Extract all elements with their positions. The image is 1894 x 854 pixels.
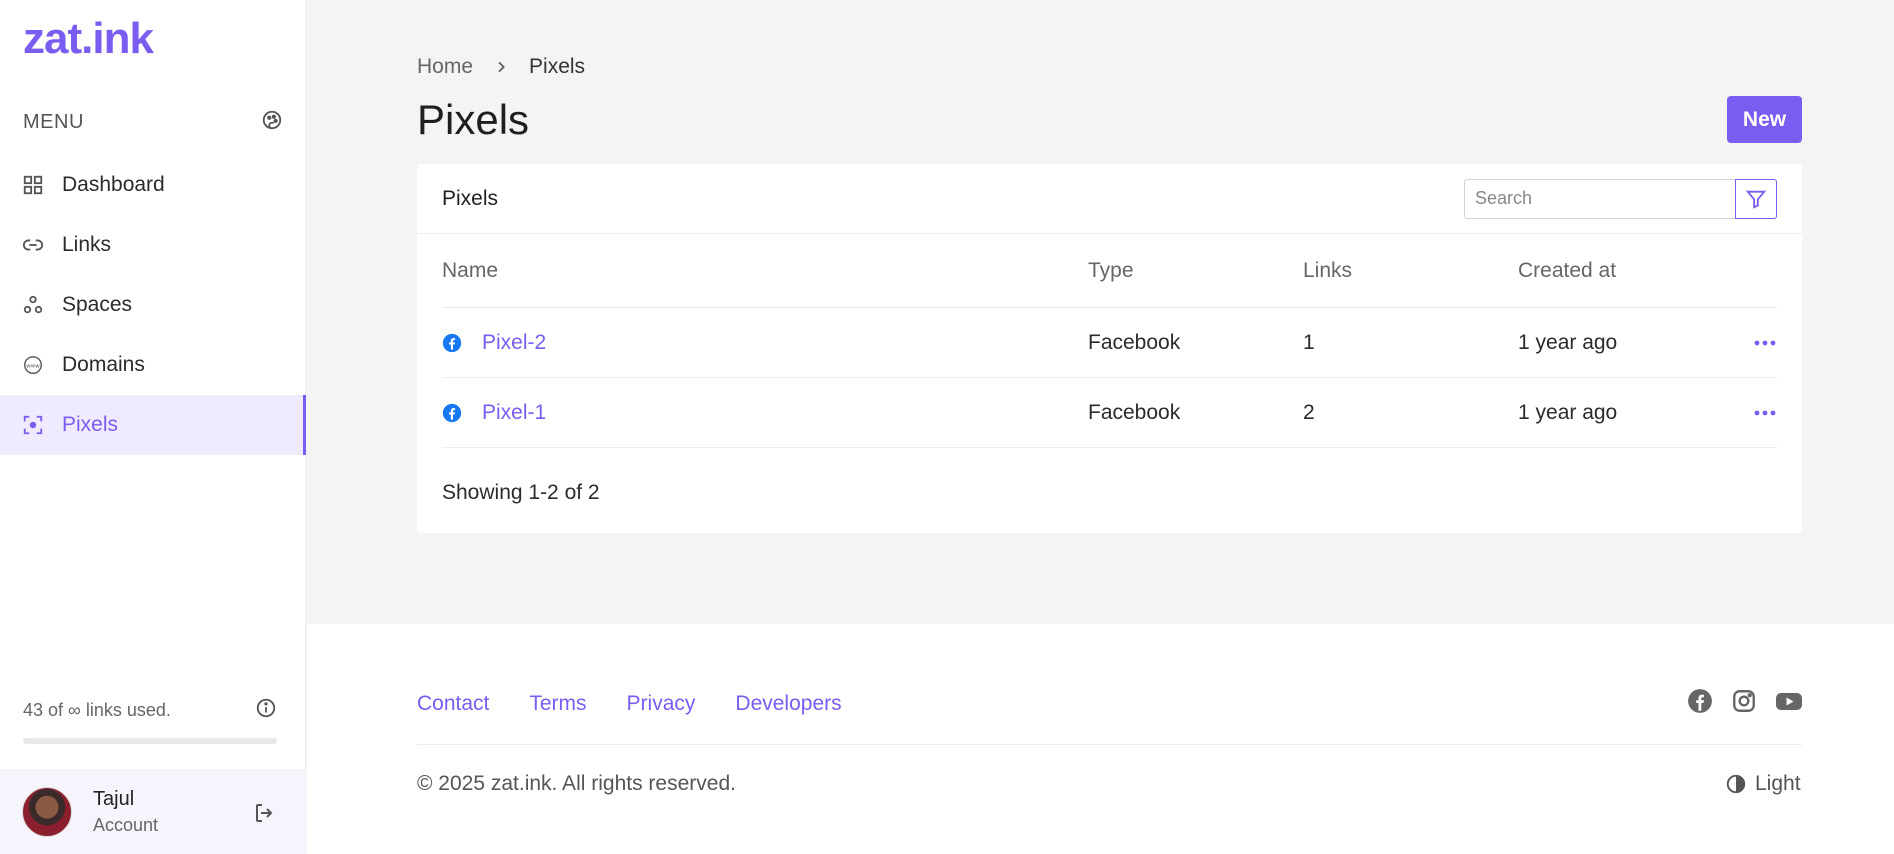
more-options-icon[interactable] <box>1753 409 1777 417</box>
new-button[interactable]: New <box>1727 96 1802 143</box>
pixel-type: Facebook <box>1088 400 1181 424</box>
usage-progress-bar <box>23 738 277 744</box>
breadcrumb-current: Pixels <box>529 55 586 78</box>
search-group <box>1464 178 1777 219</box>
footer-divider <box>417 744 1802 745</box>
sidebar-nav: Dashboard Links Spaces www Domains Pixel… <box>0 155 306 455</box>
menu-label: MENU <box>23 110 84 133</box>
sidebar-item-domains[interactable]: www Domains <box>0 335 306 395</box>
menu-header: MENU <box>23 110 283 134</box>
facebook-icon <box>442 403 462 422</box>
pixels-card: Pixels Name Type Links Created at Pixel-… <box>417 164 1802 533</box>
search-input[interactable] <box>1464 178 1735 219</box>
main-content: Home Pixels Pixels New Pixels Name Type … <box>307 0 1894 624</box>
pixels-table: Name Type Links Created at Pixel-2 Faceb… <box>442 234 1777 448</box>
pixel-links-count: 1 <box>1303 330 1315 354</box>
avatar[interactable] <box>22 786 72 837</box>
social-links <box>1687 688 1803 714</box>
breadcrumb: Home Pixels <box>417 55 585 79</box>
footer-link-terms[interactable]: Terms <box>529 692 586 716</box>
usage-meter: 43 of ∞ links used. <box>23 697 277 744</box>
account-panel: Tajul Account <box>0 769 306 854</box>
filter-button[interactable] <box>1735 178 1777 219</box>
logout-icon[interactable] <box>253 801 277 830</box>
footer: Contact Terms Privacy Developers © 2025 … <box>307 624 1894 854</box>
sidebar-item-pixels[interactable]: Pixels <box>0 395 306 455</box>
footer-links: Contact Terms Privacy Developers <box>417 692 842 716</box>
page-title: Pixels <box>417 96 530 143</box>
link-icon <box>22 234 44 256</box>
logo[interactable]: zat.ink <box>23 14 154 64</box>
footer-link-privacy[interactable]: Privacy <box>627 692 696 716</box>
www-icon: www <box>22 354 44 376</box>
instagram-icon[interactable] <box>1731 688 1757 714</box>
pixel-name-link[interactable]: Pixel-1 <box>482 401 546 425</box>
spaces-icon <box>22 294 44 316</box>
account-name: Tajul <box>93 787 135 810</box>
sidebar-item-label: Pixels <box>62 413 119 436</box>
copyright: © 2025 zat.ink. All rights reserved. <box>417 772 736 795</box>
pixel-created: 1 year ago <box>1518 330 1618 354</box>
sidebar: zat.ink MENU Dashboard Links Spaces www … <box>0 0 306 854</box>
theme-toggle[interactable]: Light <box>1725 772 1801 796</box>
column-header-created[interactable]: Created at <box>1518 259 1733 283</box>
contrast-icon <box>1726 774 1746 794</box>
facebook-icon[interactable] <box>1687 688 1713 714</box>
account-subtitle: Account <box>93 814 159 835</box>
palette-icon[interactable] <box>261 109 283 136</box>
column-header-type[interactable]: Type <box>1088 259 1303 283</box>
table-header: Name Type Links Created at <box>442 234 1777 308</box>
youtube-icon[interactable] <box>1775 688 1803 714</box>
grid-icon <box>22 174 44 196</box>
chevron-right-icon <box>493 59 509 75</box>
column-header-name[interactable]: Name <box>442 259 1088 283</box>
pixel-created: 1 year ago <box>1518 400 1618 424</box>
sidebar-item-links[interactable]: Links <box>0 215 306 275</box>
sidebar-item-label: Links <box>62 233 112 256</box>
sidebar-item-dashboard[interactable]: Dashboard <box>0 155 306 215</box>
sidebar-item-label: Dashboard <box>62 173 165 196</box>
pagination-summary: Showing 1-2 of 2 <box>442 481 600 504</box>
card-header: Pixels <box>417 164 1802 234</box>
pixel-links-count: 2 <box>1303 400 1315 424</box>
footer-link-developers[interactable]: Developers <box>735 692 841 716</box>
sidebar-item-spaces[interactable]: Spaces <box>0 275 306 335</box>
facebook-icon <box>442 333 462 352</box>
info-icon[interactable] <box>255 697 277 724</box>
svg-text:www: www <box>26 363 40 369</box>
more-options-icon[interactable] <box>1753 339 1777 347</box>
footer-link-contact[interactable]: Contact <box>417 692 489 716</box>
pixel-type: Facebook <box>1088 330 1181 354</box>
table-row: Pixel-2 Facebook 1 1 year ago <box>442 308 1777 378</box>
theme-label: Light <box>1755 772 1801 795</box>
pixel-name-link[interactable]: Pixel-2 <box>482 331 546 355</box>
filter-icon <box>1745 190 1767 209</box>
sidebar-item-label: Domains <box>62 353 145 376</box>
usage-text: 43 of ∞ links used. <box>23 700 171 720</box>
pixel-focus-icon <box>22 414 44 436</box>
sidebar-item-label: Spaces <box>62 293 133 316</box>
column-header-links[interactable]: Links <box>1303 259 1518 283</box>
card-title: Pixels <box>442 186 499 210</box>
table-row: Pixel-1 Facebook 2 1 year ago <box>442 378 1777 448</box>
breadcrumb-home[interactable]: Home <box>417 55 473 79</box>
